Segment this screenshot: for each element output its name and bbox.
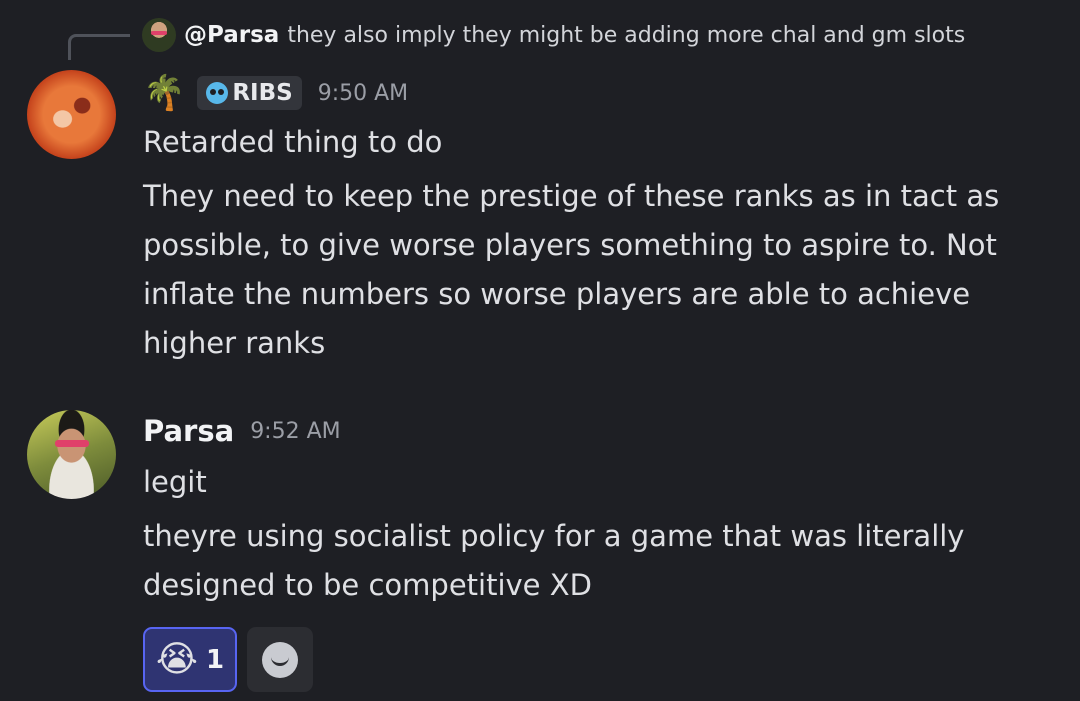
reply-author[interactable]: @Parsa: [184, 22, 279, 48]
avatar[interactable]: [27, 410, 116, 499]
message-text: They need to keep the prestige of these …: [143, 179, 1000, 213]
server-tag[interactable]: RIBS: [197, 76, 302, 110]
reply-preview[interactable]: @Parsa they also imply they might be add…: [142, 17, 965, 53]
reaction-count: 1: [205, 644, 225, 675]
reply-connector: [68, 34, 130, 60]
message-text: legit: [143, 465, 207, 499]
timestamp[interactable]: 9:52 AM: [250, 419, 340, 444]
skull-icon: [206, 82, 229, 104]
message-header: 🌴 RIBS 9:50 AM: [143, 76, 408, 110]
server-tag-label: RIBS: [232, 80, 293, 106]
reply-avatar[interactable]: [142, 18, 176, 52]
reaction-button[interactable]: 😭 1: [143, 627, 237, 692]
message-text: possible, to give worse players somethin…: [143, 228, 997, 262]
avatar[interactable]: [27, 70, 116, 159]
message-text: Retarded thing to do: [143, 125, 443, 159]
smile-icon: [262, 641, 298, 678]
message-text: higher ranks: [143, 326, 326, 360]
loudly-crying-face-icon: 😭: [155, 638, 198, 680]
timestamp[interactable]: 9:50 AM: [318, 81, 408, 106]
message-text: inflate the numbers so worse players are…: [143, 277, 971, 311]
author-name[interactable]: Parsa: [143, 414, 234, 448]
add-reaction-button[interactable]: [247, 627, 313, 692]
message-text: designed to be competitive XD: [143, 568, 592, 602]
reply-text[interactable]: they also imply they might be adding mor…: [287, 23, 965, 48]
chat-view: @Parsa they also imply they might be add…: [0, 0, 1080, 701]
author-name-emoji[interactable]: 🌴: [143, 76, 185, 110]
message-text: theyre using socialist policy for a game…: [143, 519, 965, 553]
message-header: Parsa 9:52 AM: [143, 414, 341, 448]
